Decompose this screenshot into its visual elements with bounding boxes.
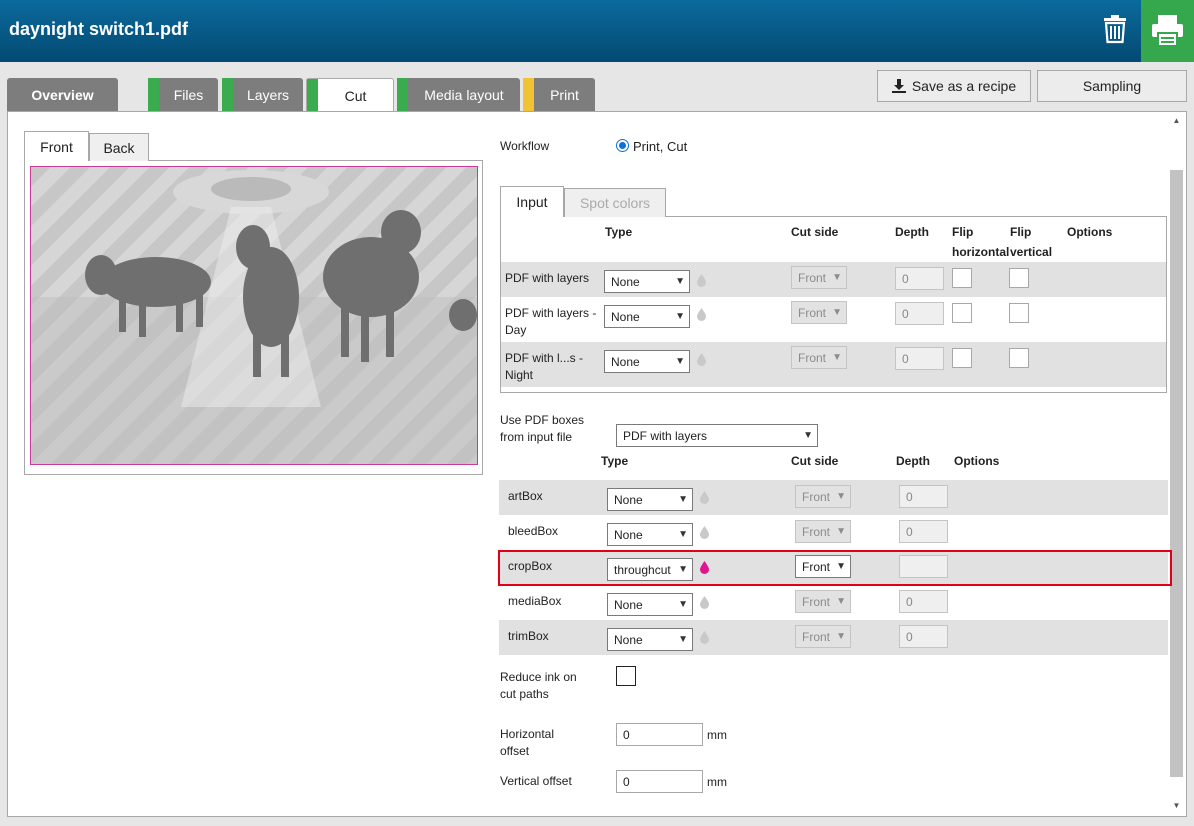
header-flip-h-2: horizontal [952, 245, 1010, 259]
cut-side-select[interactable]: Front ▼ [791, 346, 847, 369]
box-name: trimBox [508, 629, 549, 643]
tab-overview[interactable]: Overview [7, 78, 118, 111]
workflow-radio[interactable] [616, 139, 629, 152]
document-title: daynight switch1.pdf [9, 19, 189, 39]
header-options: Options [954, 454, 1000, 468]
type-select[interactable]: None ▼ [607, 628, 693, 651]
drop-icon [697, 308, 706, 321]
scroll-thumb[interactable] [1170, 170, 1183, 777]
header-flip-v-2: vertical [1010, 245, 1053, 259]
tab-cut[interactable]: Cut [306, 78, 394, 112]
drop-icon [700, 596, 709, 609]
layer-name: PDF with layers [505, 271, 590, 285]
reduce-ink-label: Reduce ink on cut paths [500, 670, 577, 701]
horizontal-offset-unit: mm [707, 728, 727, 742]
cut-side-select[interactable]: Front ▼ [791, 301, 847, 324]
tab-files[interactable]: Files [148, 78, 218, 111]
printer-icon [1152, 15, 1183, 47]
type-select[interactable]: None ▼ [604, 350, 690, 373]
cut-side-select[interactable]: Front ▼ [795, 590, 851, 613]
scrollbar[interactable]: ▲ ▼ [1168, 113, 1185, 815]
pdf-boxes-label: Use PDF boxes from input file [500, 413, 585, 444]
type-select[interactable]: None ▼ [604, 305, 690, 328]
header-type: Type [605, 225, 633, 239]
depth-input[interactable]: 0 [899, 485, 948, 508]
flip-vertical-checkbox[interactable] [1009, 348, 1029, 368]
vertical-offset-label: Vertical offset [500, 774, 572, 788]
tab-back[interactable]: Back [89, 133, 149, 161]
flip-horizontal-checkbox[interactable] [952, 348, 972, 368]
vertical-offset-unit: mm [707, 775, 727, 789]
workflow-label: Workflow [500, 139, 550, 153]
cropbox-highlight [498, 550, 1172, 586]
drop-icon [700, 526, 709, 539]
horizontal-offset-label: Horizontal offset [500, 727, 555, 758]
download-icon [891, 79, 906, 93]
drop-icon [700, 631, 709, 644]
flip-horizontal-checkbox[interactable] [952, 268, 972, 288]
type-select[interactable]: None ▼ [607, 488, 693, 511]
save-as-recipe-button[interactable]: Save as a recipe [877, 70, 1031, 102]
tab-print[interactable]: Print [523, 78, 595, 111]
flip-horizontal-checkbox[interactable] [952, 303, 972, 323]
flip-vertical-checkbox[interactable] [1009, 303, 1029, 323]
box-name: artBox [508, 489, 543, 503]
header-cut-side: Cut side [791, 454, 839, 468]
header-options: Options [1067, 225, 1113, 239]
horizontal-offset-input[interactable]: 0 [616, 723, 703, 746]
depth-input[interactable]: 0 [899, 590, 948, 613]
pdf-boxes-select[interactable]: PDF with layers ▼ [616, 424, 818, 447]
depth-input[interactable]: 0 [895, 267, 944, 290]
type-select[interactable]: None ▼ [607, 523, 693, 546]
tab-spot-colors[interactable]: Spot colors [564, 188, 666, 217]
cut-side-select[interactable]: Front ▼ [795, 520, 851, 543]
header-depth: Depth [896, 454, 930, 468]
header-flip-h-1: Flip [952, 225, 974, 239]
cut-side-select[interactable]: Front ▼ [795, 625, 851, 648]
depth-input[interactable]: 0 [895, 347, 944, 370]
tab-input[interactable]: Input [500, 186, 564, 217]
sampling-button[interactable]: Sampling [1037, 70, 1187, 102]
type-select[interactable]: None ▼ [607, 593, 693, 616]
layer-name: PDF with l...s - Night [505, 351, 584, 382]
depth-input[interactable]: 0 [895, 302, 944, 325]
depth-input[interactable]: 0 [899, 520, 948, 543]
workflow-value: Print, Cut [633, 139, 688, 154]
drop-icon [700, 491, 709, 504]
print-button[interactable] [1141, 0, 1194, 62]
header-type: Type [601, 454, 629, 468]
header-depth: Depth [895, 225, 929, 239]
box-name: mediaBox [508, 594, 562, 608]
layer-name: PDF with layers - Day [505, 306, 597, 337]
type-select[interactable]: None ▼ [604, 270, 690, 293]
trash-icon[interactable] [1101, 14, 1129, 44]
vertical-offset-input[interactable]: 0 [616, 770, 703, 793]
header-flip-v-1: Flip [1010, 225, 1032, 239]
header-cut-side: Cut side [791, 225, 839, 239]
drop-icon [697, 353, 706, 366]
box-name: bleedBox [508, 524, 559, 538]
drop-icon [697, 274, 706, 287]
scroll-up-icon[interactable]: ▲ [1171, 116, 1182, 125]
flip-vertical-checkbox[interactable] [1009, 268, 1029, 288]
tab-layers[interactable]: Layers [222, 78, 303, 111]
cut-side-select[interactable]: Front ▼ [795, 485, 851, 508]
reduce-ink-checkbox[interactable] [616, 666, 636, 686]
preview-image [30, 166, 478, 465]
cut-side-select[interactable]: Front ▼ [791, 266, 847, 289]
depth-input[interactable]: 0 [899, 625, 948, 648]
tab-media-layout[interactable]: Media layout [397, 78, 520, 111]
app-header: daynight switch1.pdf [0, 0, 1194, 62]
scroll-down-icon[interactable]: ▼ [1171, 801, 1182, 810]
tab-front[interactable]: Front [24, 131, 89, 161]
